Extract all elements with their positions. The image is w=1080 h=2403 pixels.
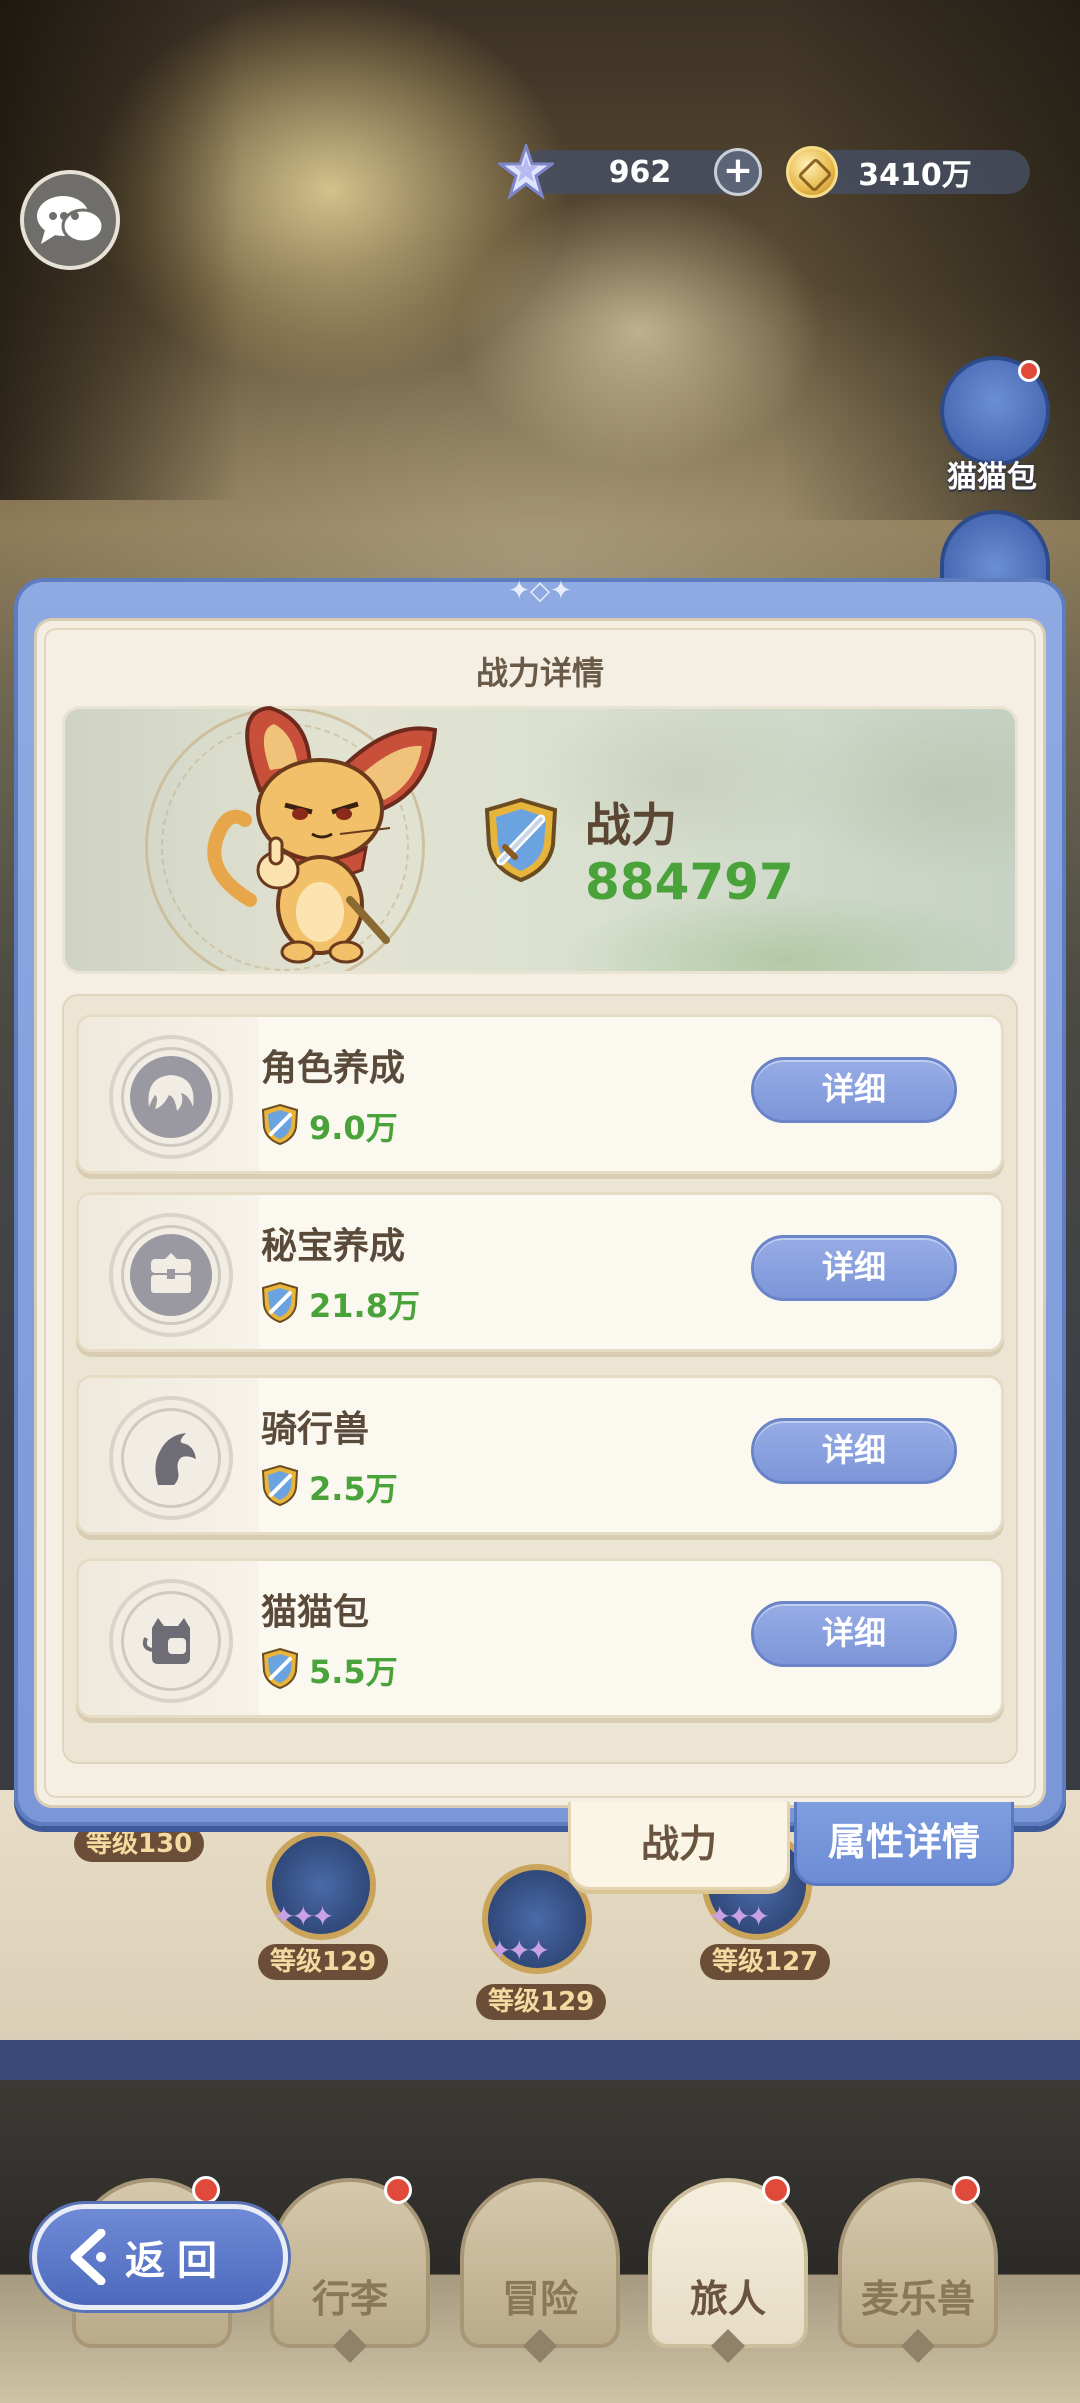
level-track-edge (0, 2040, 1080, 2080)
notification-badge (1018, 360, 1040, 382)
list-item: 骑行兽 2.5万 详细 (76, 1375, 1004, 1535)
chest-shape-icon (151, 1253, 191, 1293)
power-shield-icon (261, 1281, 299, 1323)
list-item: 秘宝养成 21.8万 详细 (76, 1192, 1004, 1352)
row-title: 猫猫包 (261, 1592, 370, 1633)
hair-silhouette-icon (148, 1075, 194, 1111)
row-value: 9.0万 (309, 1109, 398, 1147)
back-arrow-icon (70, 2229, 106, 2285)
nav-label-traveler: 旅人 (689, 2277, 766, 2321)
power-shield-icon (484, 797, 558, 883)
list-item: 猫猫包 5.5万 详细 (76, 1558, 1004, 1718)
details-button[interactable]: 详细 (751, 1235, 957, 1301)
tab-attribute-details[interactable]: 属性详情 (794, 1802, 1014, 1886)
power-label: 战力 (585, 798, 677, 852)
cat-bag-icon (109, 1579, 233, 1703)
row-value: 2.5万 (309, 1470, 398, 1508)
cat-bag-silhouette-icon (142, 1618, 190, 1664)
diamond-ornament-icon: ✦◇✦ (508, 576, 572, 606)
chat-button[interactable] (20, 170, 120, 270)
row-title: 角色养成 (261, 1048, 406, 1089)
horse-head-icon (109, 1396, 233, 1520)
back-label: 返回 (125, 2238, 229, 2284)
level-tag: 等级127 (700, 1944, 831, 1980)
back-button[interactable]: 返回 (32, 2204, 288, 2310)
star-gem-icon (498, 144, 554, 200)
level-tag: 等级129 (258, 1944, 389, 1980)
notification-badge (762, 2176, 790, 2204)
character-face-icon (109, 1035, 233, 1159)
nav-label-luggage: 行李 (311, 2277, 388, 2321)
notification-badge (952, 2176, 980, 2204)
power-shield-icon (261, 1103, 299, 1145)
list-item: 角色养成 9.0万 详细 (76, 1014, 1004, 1174)
details-button[interactable]: 详细 (751, 1057, 957, 1123)
cat-character-illustration (207, 705, 438, 964)
row-value: 5.5万 (309, 1653, 398, 1691)
horse-silhouette-icon (155, 1433, 196, 1485)
row-value: 21.8万 (309, 1287, 420, 1325)
power-shield-icon (261, 1464, 299, 1506)
row-title: 秘宝养成 (261, 1226, 406, 1267)
add-gems-button[interactable]: + (714, 148, 762, 196)
level-stars: ✦✦✦ (488, 1934, 550, 1967)
cat-bag-side-label: 猫猫包 (947, 460, 1037, 495)
level-tag: 等级129 (476, 1984, 607, 2020)
nav-label-adventure: 冒险 (501, 2277, 578, 2321)
level-stars: ✦✦✦ (708, 1900, 770, 1933)
level-stars: ✦✦✦ (272, 1900, 334, 1933)
treasure-chest-icon (109, 1213, 233, 1337)
details-button[interactable]: 详细 (751, 1418, 957, 1484)
notification-badge (384, 2176, 412, 2204)
chat-bubbles-icon (37, 196, 105, 244)
nav-label-melody-beast: 麦乐兽 (860, 2277, 975, 2321)
level-tag: 等级130 (74, 1826, 205, 1862)
notification-badge (192, 2176, 220, 2204)
power-value: 884797 (585, 853, 794, 911)
row-title: 骑行兽 (261, 1409, 370, 1450)
gold-coin-icon (786, 146, 838, 198)
details-button[interactable]: 详细 (751, 1601, 957, 1667)
power-shield-icon (261, 1647, 299, 1689)
dialog-title: 战力详情 (475, 654, 604, 692)
tab-power[interactable]: 战力 (568, 1802, 790, 1890)
